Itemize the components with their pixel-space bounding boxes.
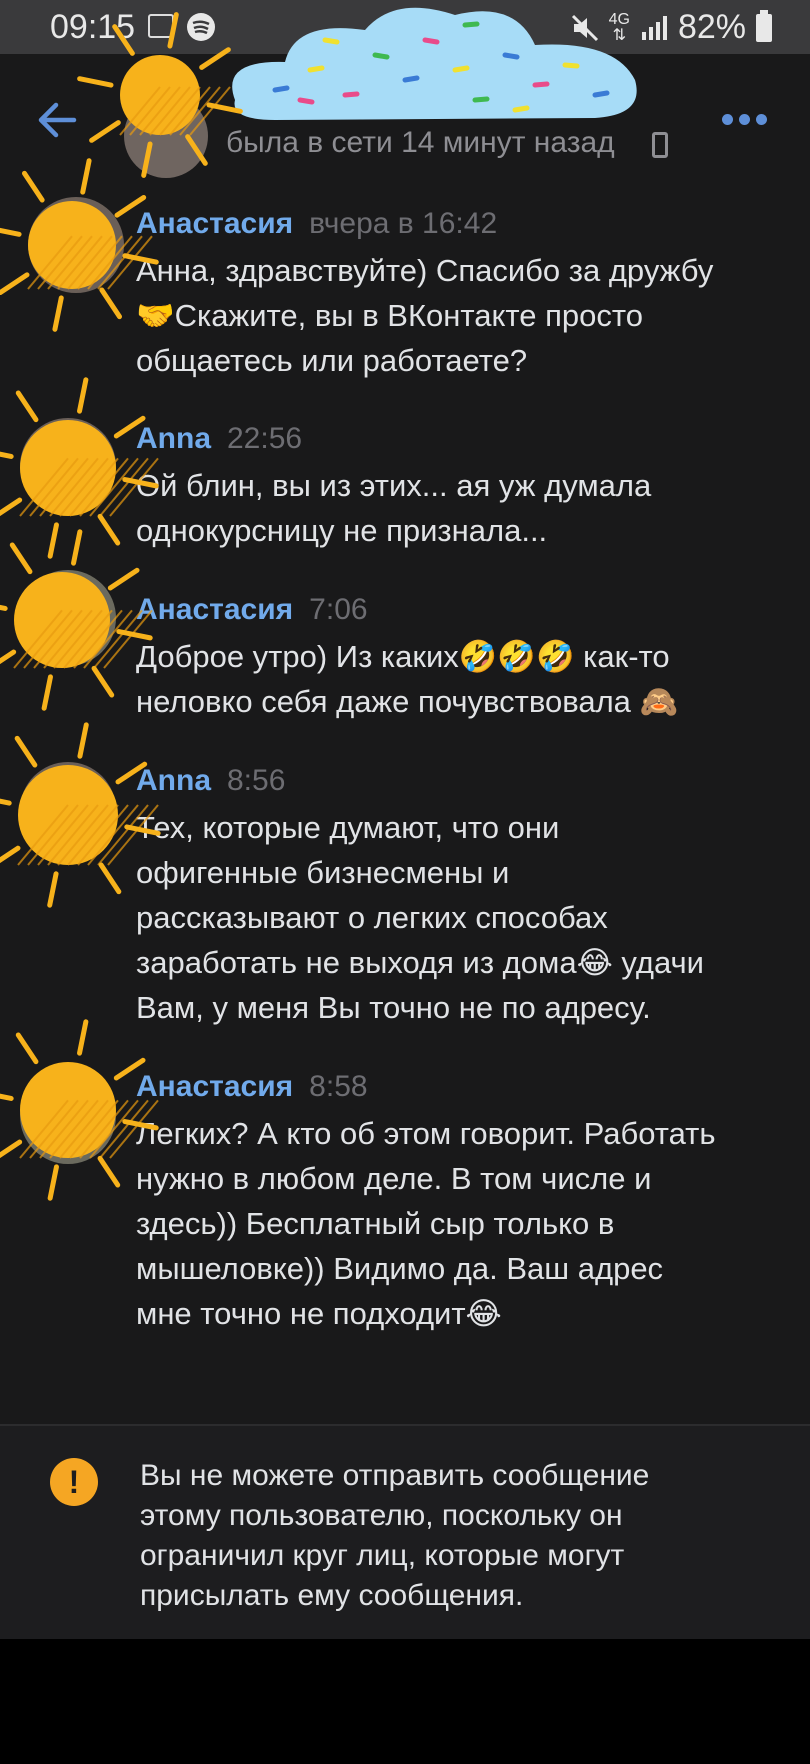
battery-icon	[756, 9, 772, 42]
message-time: 8:56	[227, 764, 286, 797]
message-text: Легких? А кто об этом говорит. Работать …	[136, 1116, 716, 1331]
battery-percent: 82%	[677, 8, 746, 46]
message-text: Тех, которые думают, что они офигенные б…	[136, 810, 704, 1025]
message-item: Анастасия 8:58 Легких? А кто об этом гово…	[136, 1067, 786, 1336]
exclamation-icon: !	[50, 1458, 98, 1506]
message-text: Ой блин, вы из этих... ая уж думала одно…	[136, 468, 652, 548]
messaging-restricted-notice: ! Вы не можете отправить сообщение этому…	[0, 1424, 810, 1641]
message-text: Доброе утро) Из каких🤣🤣🤣 как-то неловко …	[136, 639, 679, 719]
message-item: Анастасия 7:06 Доброе утро) Из каких🤣🤣🤣 к…	[136, 590, 786, 724]
message-item: Анастасия вчера в 16:42 Анна, здравствуйт…	[136, 204, 786, 383]
last-seen-status: была в сети 14 минут назад	[226, 126, 615, 159]
sun-doodle-icon	[0, 1019, 159, 1201]
message-item: Anna 22:56 Ой блин, вы из этих... ая уж д…	[136, 419, 786, 553]
mobile-phone-icon	[652, 132, 668, 158]
sun-doodle-icon	[0, 722, 161, 908]
message-text: Анна, здравствуйте) Спасибо за дружбу 🤝С…	[136, 253, 714, 378]
sun-doodle-icon	[0, 158, 159, 332]
message-time: 22:56	[227, 422, 303, 455]
notice-text: Вы не можете отправить сообщение этому п…	[140, 1459, 650, 1612]
message-item: Anna 8:56 Тех, которые думают, что они оф…	[136, 761, 786, 1030]
message-time: 7:06	[309, 593, 368, 626]
message-time: 8:58	[309, 1070, 368, 1103]
cloud-sticker	[232, 7, 637, 121]
message-time: вчера в 16:42	[309, 207, 498, 240]
navigation-area	[0, 1639, 810, 1764]
more-options-icon[interactable]	[722, 114, 768, 126]
